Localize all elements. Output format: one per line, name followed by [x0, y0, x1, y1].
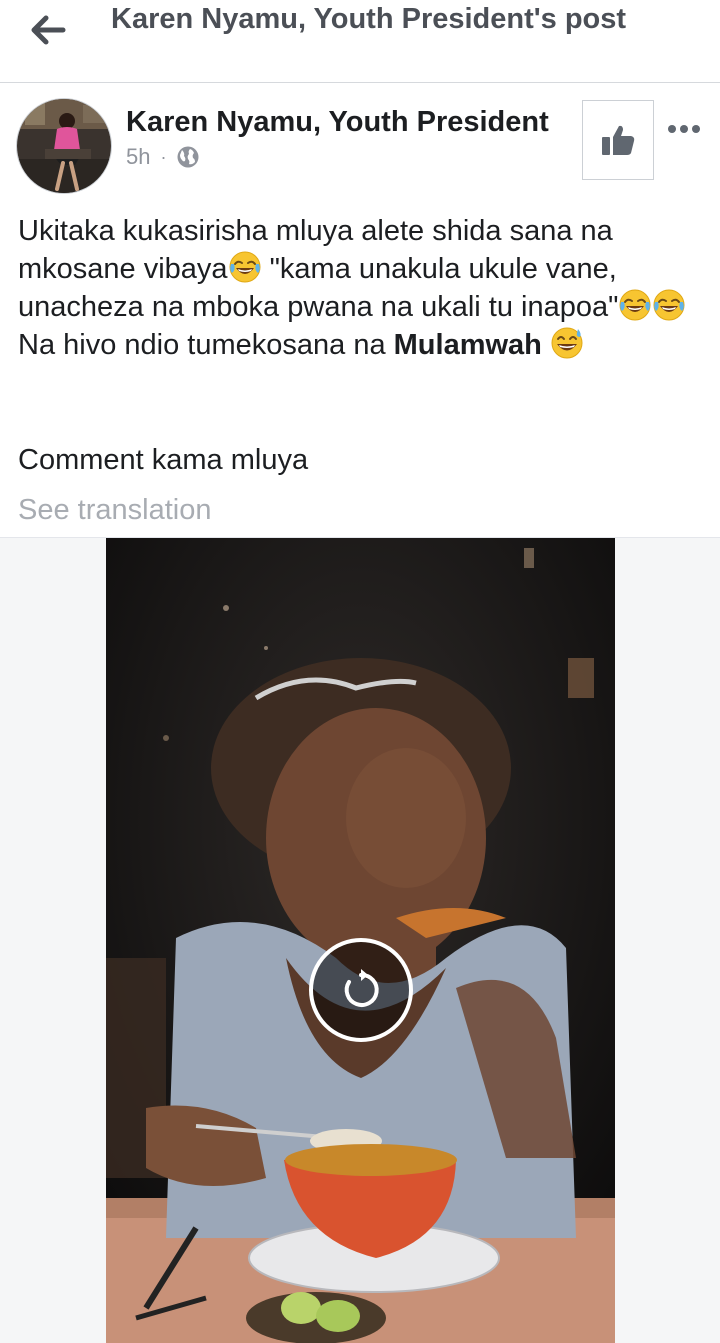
replay-icon: [344, 969, 379, 1007]
page-title: Karen Nyamu, Youth President's post: [111, 3, 627, 35]
post-time[interactable]: 5h: [126, 144, 150, 170]
post-comment-line: Comment kama mluya: [18, 444, 309, 476]
globe-icon: [177, 146, 199, 168]
tears-of-joy-emoji: [653, 289, 685, 321]
arrow-left-icon: [31, 15, 66, 45]
top-bar: Karen Nyamu, Youth President's post: [0, 0, 720, 83]
avatar[interactable]: [16, 98, 112, 194]
post-header: Karen Nyamu, Youth President 5h ·: [0, 84, 720, 194]
see-translation-link[interactable]: See translation: [18, 491, 211, 529]
post-body: Ukitaka kukasirisha mluya alete shida sa…: [18, 212, 708, 364]
more-horizontal-icon: [668, 125, 676, 133]
grinning-sweat-emoji: [551, 327, 583, 359]
video-player[interactable]: [106, 538, 615, 1343]
thumbs-up-icon: [602, 125, 635, 155]
profile-photo: [17, 99, 111, 193]
tears-of-joy-emoji: [229, 251, 261, 283]
mention-link[interactable]: Mulamwah: [394, 329, 542, 361]
post-author[interactable]: Karen Nyamu, Youth President: [126, 106, 549, 139]
replay-button[interactable]: [309, 938, 413, 1042]
meta-separator: ·: [160, 146, 167, 167]
more-options-button[interactable]: [664, 114, 704, 144]
post-meta: 5h ·: [126, 144, 200, 170]
tears-of-joy-emoji: [619, 289, 651, 321]
video-container: [0, 537, 720, 1343]
back-button[interactable]: [26, 10, 70, 50]
post-text-part3: Na hivo ndio tumekosana na: [18, 329, 394, 361]
like-page-button[interactable]: [582, 100, 654, 180]
